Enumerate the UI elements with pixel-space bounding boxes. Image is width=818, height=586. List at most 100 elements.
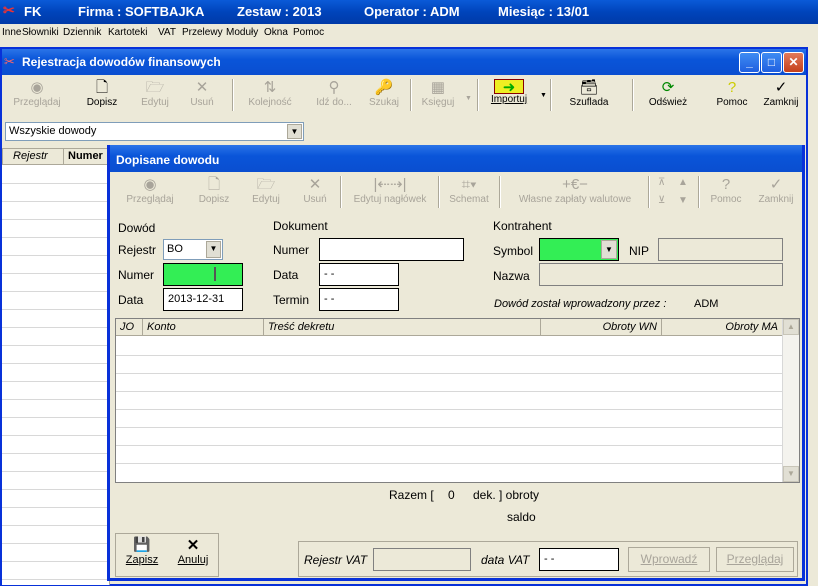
menu-moduly[interactable]: Moduły: [226, 27, 258, 38]
dlg-tb-schemat[interactable]: ⌗▾ Schemat: [444, 176, 494, 205]
firma-label: Firma : SOFTBAJKA: [78, 4, 205, 19]
move-down-icon[interactable]: ▼: [678, 195, 688, 206]
grid-row-line: [2, 345, 109, 346]
toolbar-separator: [499, 176, 501, 208]
scroll-down-icon[interactable]: ▼: [783, 466, 799, 482]
rejestr-select[interactable]: BO ▼: [163, 239, 223, 260]
grid-header-numer[interactable]: Numer: [63, 148, 111, 165]
zapisz-button[interactable]: 💾 Zapisz: [122, 536, 162, 574]
close-button[interactable]: ✕: [783, 52, 804, 73]
data-label: Data: [118, 293, 144, 307]
menu-okna[interactable]: Okna: [264, 27, 288, 38]
dlg-tb-edytuj[interactable]: 🗁 Edytuj: [246, 176, 286, 205]
col-tresc[interactable]: Treść dekretu: [264, 319, 541, 336]
eye-icon: ◉: [30, 79, 44, 96]
dlg-tb-pomoc[interactable]: ? Pomoc: [706, 176, 746, 205]
entries-table[interactable]: JO Konto Treść dekretu Obroty WN Obroty …: [115, 318, 800, 483]
tb-szukaj[interactable]: 🔑 Szukaj: [364, 79, 404, 108]
dlg-tb-wlasne-zaplaty[interactable]: +€− Własne zapłaty walutowe: [508, 176, 642, 205]
drawer-icon: 🗃: [579, 79, 599, 96]
col-konto[interactable]: Konto: [143, 319, 264, 336]
menu-dziennik[interactable]: Dziennik: [63, 27, 101, 38]
data-vat-input[interactable]: - -: [539, 548, 619, 571]
documents-grid[interactable]: Rejestr Numer: [2, 148, 111, 585]
menu-pomoc[interactable]: Pomoc: [293, 27, 324, 38]
grid-header-rejestr[interactable]: Rejestr: [2, 148, 64, 165]
termin-input[interactable]: - -: [319, 288, 399, 311]
grid-row-line: [2, 255, 109, 256]
delete-x-icon: ✕: [308, 176, 322, 193]
tb-importuj[interactable]: ➜ Importuj: [484, 79, 534, 105]
tb-kolejnosc[interactable]: ⇅ Kolejność: [242, 79, 298, 108]
dokument-numer-input[interactable]: [319, 238, 464, 261]
header-edit-icon: |⇠⇢|: [373, 176, 407, 193]
filter-value: Wszyskie dowody: [9, 125, 97, 137]
dlg-tb-dopisz[interactable]: 🗋 Dopisz: [194, 176, 234, 205]
zestaw-label: Zestaw : 2013: [237, 4, 322, 19]
tb-pomoc[interactable]: ? Pomoc: [712, 79, 752, 108]
dlg-tb-usun[interactable]: ✕ Usuń: [297, 176, 333, 205]
toolbar-separator: [698, 176, 700, 208]
move-bottom-icon[interactable]: ⊻: [658, 195, 665, 206]
scroll-up-icon[interactable]: ▲: [783, 319, 799, 335]
symbol-label: Symbol: [493, 244, 534, 258]
menu-inne[interactable]: Inne: [2, 27, 21, 38]
menubar: Inne Słowniki Dziennik Kartoteki VAT Prz…: [0, 24, 818, 43]
wprowadz-button[interactable]: Wprowadź: [628, 547, 710, 572]
rejestr-vat-input[interactable]: [373, 548, 471, 571]
nip-label: NIP: [629, 244, 650, 258]
tb-szuflada[interactable]: 🗃 Szuflada: [564, 79, 614, 108]
dokument-data-input[interactable]: - -: [319, 263, 399, 286]
tb-dopisz[interactable]: 🗋 Dopisz: [82, 79, 122, 108]
przegladaj-button[interactable]: Przeglądaj: [716, 547, 794, 572]
tb-ksieguj[interactable]: ▦ Księguj: [416, 79, 460, 108]
chevron-down-icon[interactable]: ▼: [206, 241, 221, 258]
book-icon: ▦: [430, 79, 446, 96]
dlg-tb-zamknij[interactable]: ✓ Zamknij: [756, 176, 796, 205]
tb-odswiez[interactable]: ⟳ Odśwież: [642, 79, 694, 108]
dowod-data-input[interactable]: 2013-12-31: [163, 288, 243, 311]
table-scrollbar[interactable]: ▲ ▼: [782, 319, 799, 482]
refresh-icon: ⟳: [661, 79, 675, 96]
move-up-icon[interactable]: ▲: [678, 177, 688, 188]
checkmark-icon: ✓: [769, 176, 783, 193]
menu-przelewy[interactable]: Przelewy: [182, 27, 223, 38]
tb-przegladaj[interactable]: ◉ Przeglądaj: [12, 79, 62, 108]
ksieguj-dropdown-icon[interactable]: ▼: [465, 95, 472, 102]
tb-idz-do[interactable]: ⚲ Idź do...: [310, 79, 358, 108]
grid-row-line: [2, 417, 109, 418]
tb-edytuj[interactable]: 🗁 Edytuj: [135, 79, 175, 108]
symbol-select[interactable]: ▼: [539, 238, 619, 261]
col-jo[interactable]: JO: [116, 319, 143, 336]
move-top-icon[interactable]: ⊼: [658, 177, 665, 188]
vat-panel: Rejestr VAT data VAT - - Wprowadź Przegl…: [298, 541, 798, 577]
operator-label: Operator : ADM: [364, 4, 460, 19]
dlg-tb-edytuj-naglowek[interactable]: |⇠⇢| Edytuj nagłówek: [347, 176, 433, 205]
nazwa-input[interactable]: [539, 263, 783, 286]
grid-row-line: [2, 453, 109, 454]
importuj-dropdown-icon[interactable]: ▼: [540, 92, 547, 99]
tb-usun[interactable]: ✕ Usuń: [184, 79, 220, 108]
chevron-down-icon[interactable]: ▼: [287, 124, 302, 139]
grid-row-line: [2, 363, 109, 364]
toolbar-separator: [340, 176, 342, 208]
anuluj-button[interactable]: ✕ Anuluj: [172, 536, 214, 574]
menu-kartoteki[interactable]: Kartoteki: [108, 27, 147, 38]
col-obroty-ma[interactable]: Obroty MA: [662, 319, 783, 336]
tb-zamknij[interactable]: ✓ Zamknij: [759, 79, 803, 108]
minimize-button[interactable]: _: [739, 52, 760, 73]
mdi-title: Rejestracja dowodów finansowych: [22, 55, 221, 69]
filter-select[interactable]: Wszyskie dowody ▼: [5, 122, 304, 141]
nip-input[interactable]: [658, 238, 783, 261]
menu-vat[interactable]: VAT: [158, 27, 176, 38]
dowod-numer-input[interactable]: [163, 263, 243, 286]
dlg-tb-przegladaj[interactable]: ◉ Przeglądaj: [120, 176, 180, 205]
dialog-title: Dopisane dowodu: [116, 153, 220, 167]
table-row-line: [116, 445, 782, 446]
col-obroty-wn[interactable]: Obroty WN: [541, 319, 662, 336]
maximize-button[interactable]: □: [761, 52, 782, 73]
chevron-down-icon[interactable]: ▼: [601, 240, 617, 259]
table-row-line: [116, 355, 782, 356]
menu-slowniki[interactable]: Słowniki: [22, 27, 59, 38]
sort-icon: ⇅: [263, 79, 277, 96]
